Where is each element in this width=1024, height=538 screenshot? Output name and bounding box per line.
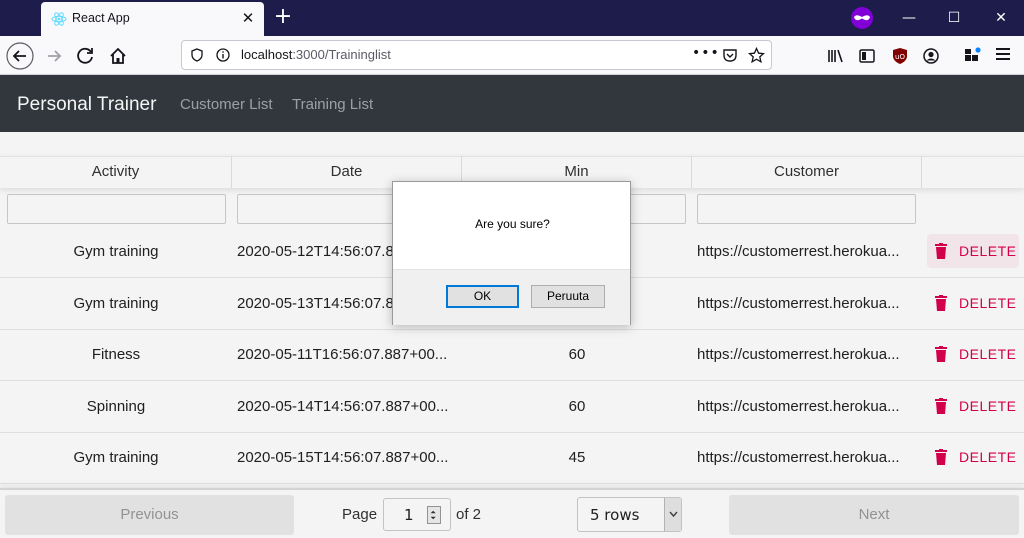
cancel-button[interactable]: Peruuta <box>531 285 605 308</box>
pocket-icon[interactable] <box>722 48 738 63</box>
tab-title: React App <box>72 11 130 25</box>
minimize-icon[interactable]: — <box>895 6 923 30</box>
sidebar-icon[interactable] <box>853 42 881 70</box>
confirm-dialog: Are you sure? OK Peruuta <box>392 181 631 325</box>
bookmark-star-icon[interactable] <box>748 47 765 64</box>
dialog-footer: OK Peruuta <box>393 269 630 325</box>
extensions-icon[interactable] <box>958 42 986 70</box>
browser-tabbar: React App ✕ + — ☐ ✕ <box>0 0 1024 36</box>
react-icon <box>51 12 67 26</box>
ublock-icon[interactable]: uO <box>886 42 914 70</box>
svg-text:uO: uO <box>895 53 905 61</box>
browser-navbar: localhost:3000/Traininglist ••• uO <box>0 36 1024 75</box>
new-tab-icon[interactable]: + <box>272 6 294 28</box>
private-browsing-icon <box>851 7 873 29</box>
forward-icon[interactable] <box>40 42 68 70</box>
dialog-message: Are you sure? <box>475 217 550 231</box>
page-actions-icon[interactable]: ••• <box>692 45 720 61</box>
browser-tab[interactable]: React App ✕ <box>41 2 264 36</box>
account-icon[interactable] <box>917 42 945 70</box>
menu-icon[interactable] <box>996 46 1010 60</box>
url-bar[interactable]: localhost:3000/Traininglist ••• <box>181 40 772 70</box>
maximize-icon[interactable]: ☐ <box>940 6 968 30</box>
close-window-icon[interactable]: ✕ <box>987 6 1015 30</box>
url-text[interactable]: localhost:3000/Traininglist <box>241 47 391 62</box>
library-icon[interactable] <box>822 42 850 70</box>
ok-button[interactable]: OK <box>446 285 519 308</box>
back-icon[interactable] <box>6 42 34 70</box>
close-tab-icon[interactable]: ✕ <box>239 9 257 27</box>
info-icon[interactable] <box>216 48 230 62</box>
shield-icon[interactable] <box>190 48 204 62</box>
home-icon[interactable] <box>104 42 132 70</box>
reload-icon[interactable] <box>72 42 100 70</box>
modal-backdrop-header <box>0 75 1024 132</box>
